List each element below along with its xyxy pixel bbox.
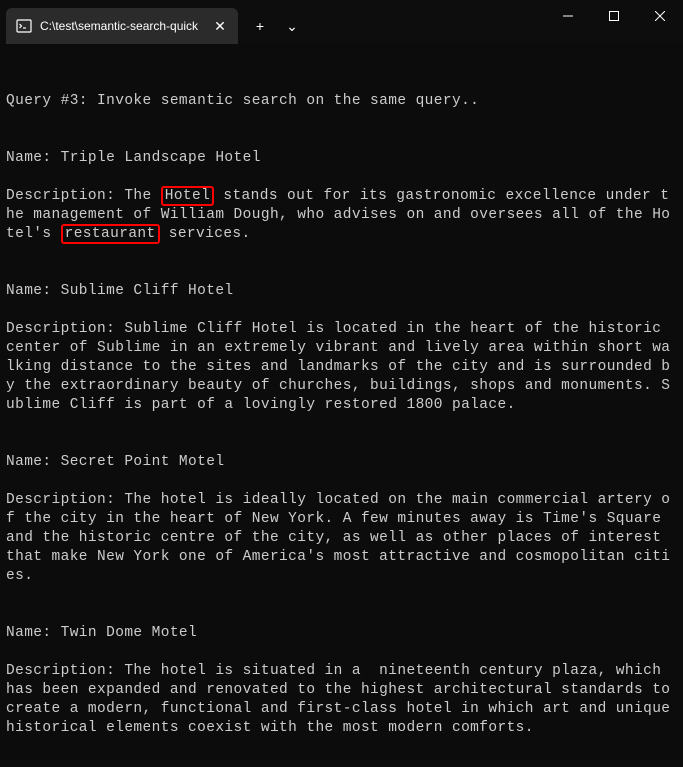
- result-name: Name: Twin Dome Motel: [6, 624, 677, 643]
- tab[interactable]: C:\test\semantic-search-quick ✕: [6, 8, 238, 44]
- tab-title: C:\test\semantic-search-quick: [40, 19, 204, 33]
- tab-close-button[interactable]: ✕: [212, 18, 228, 35]
- terminal-icon: [16, 18, 32, 34]
- window-controls: [545, 0, 683, 32]
- close-window-button[interactable]: [637, 0, 683, 32]
- desc-text: services.: [160, 226, 251, 242]
- query-header: Query #3: Invoke semantic search on the …: [6, 92, 677, 111]
- titlebar: C:\test\semantic-search-quick ✕ + ⌄: [0, 0, 683, 44]
- highlight-term: Hotel: [161, 186, 215, 206]
- new-tab-button[interactable]: +: [244, 18, 276, 34]
- tab-dropdown-button[interactable]: ⌄: [276, 18, 308, 35]
- tab-actions: + ⌄: [244, 8, 308, 44]
- result-name: Name: Sublime Cliff Hotel: [6, 282, 677, 301]
- result-description: Description: The hotel is situated in a …: [6, 662, 677, 738]
- result-description: Description: The Hotel stands out for it…: [6, 187, 677, 244]
- minimize-button[interactable]: [545, 0, 591, 32]
- result-name: Name: Secret Point Motel: [6, 453, 677, 472]
- desc-text: Description: The: [6, 188, 161, 204]
- result-name: Name: Triple Landscape Hotel: [6, 149, 677, 168]
- result-description: Description: Sublime Cliff Hotel is loca…: [6, 320, 677, 415]
- highlight-term: restaurant: [61, 224, 160, 244]
- maximize-button[interactable]: [591, 0, 637, 32]
- terminal-output: Query #3: Invoke semantic search on the …: [0, 44, 683, 767]
- result-description: Description: The hotel is ideally locate…: [6, 491, 677, 586]
